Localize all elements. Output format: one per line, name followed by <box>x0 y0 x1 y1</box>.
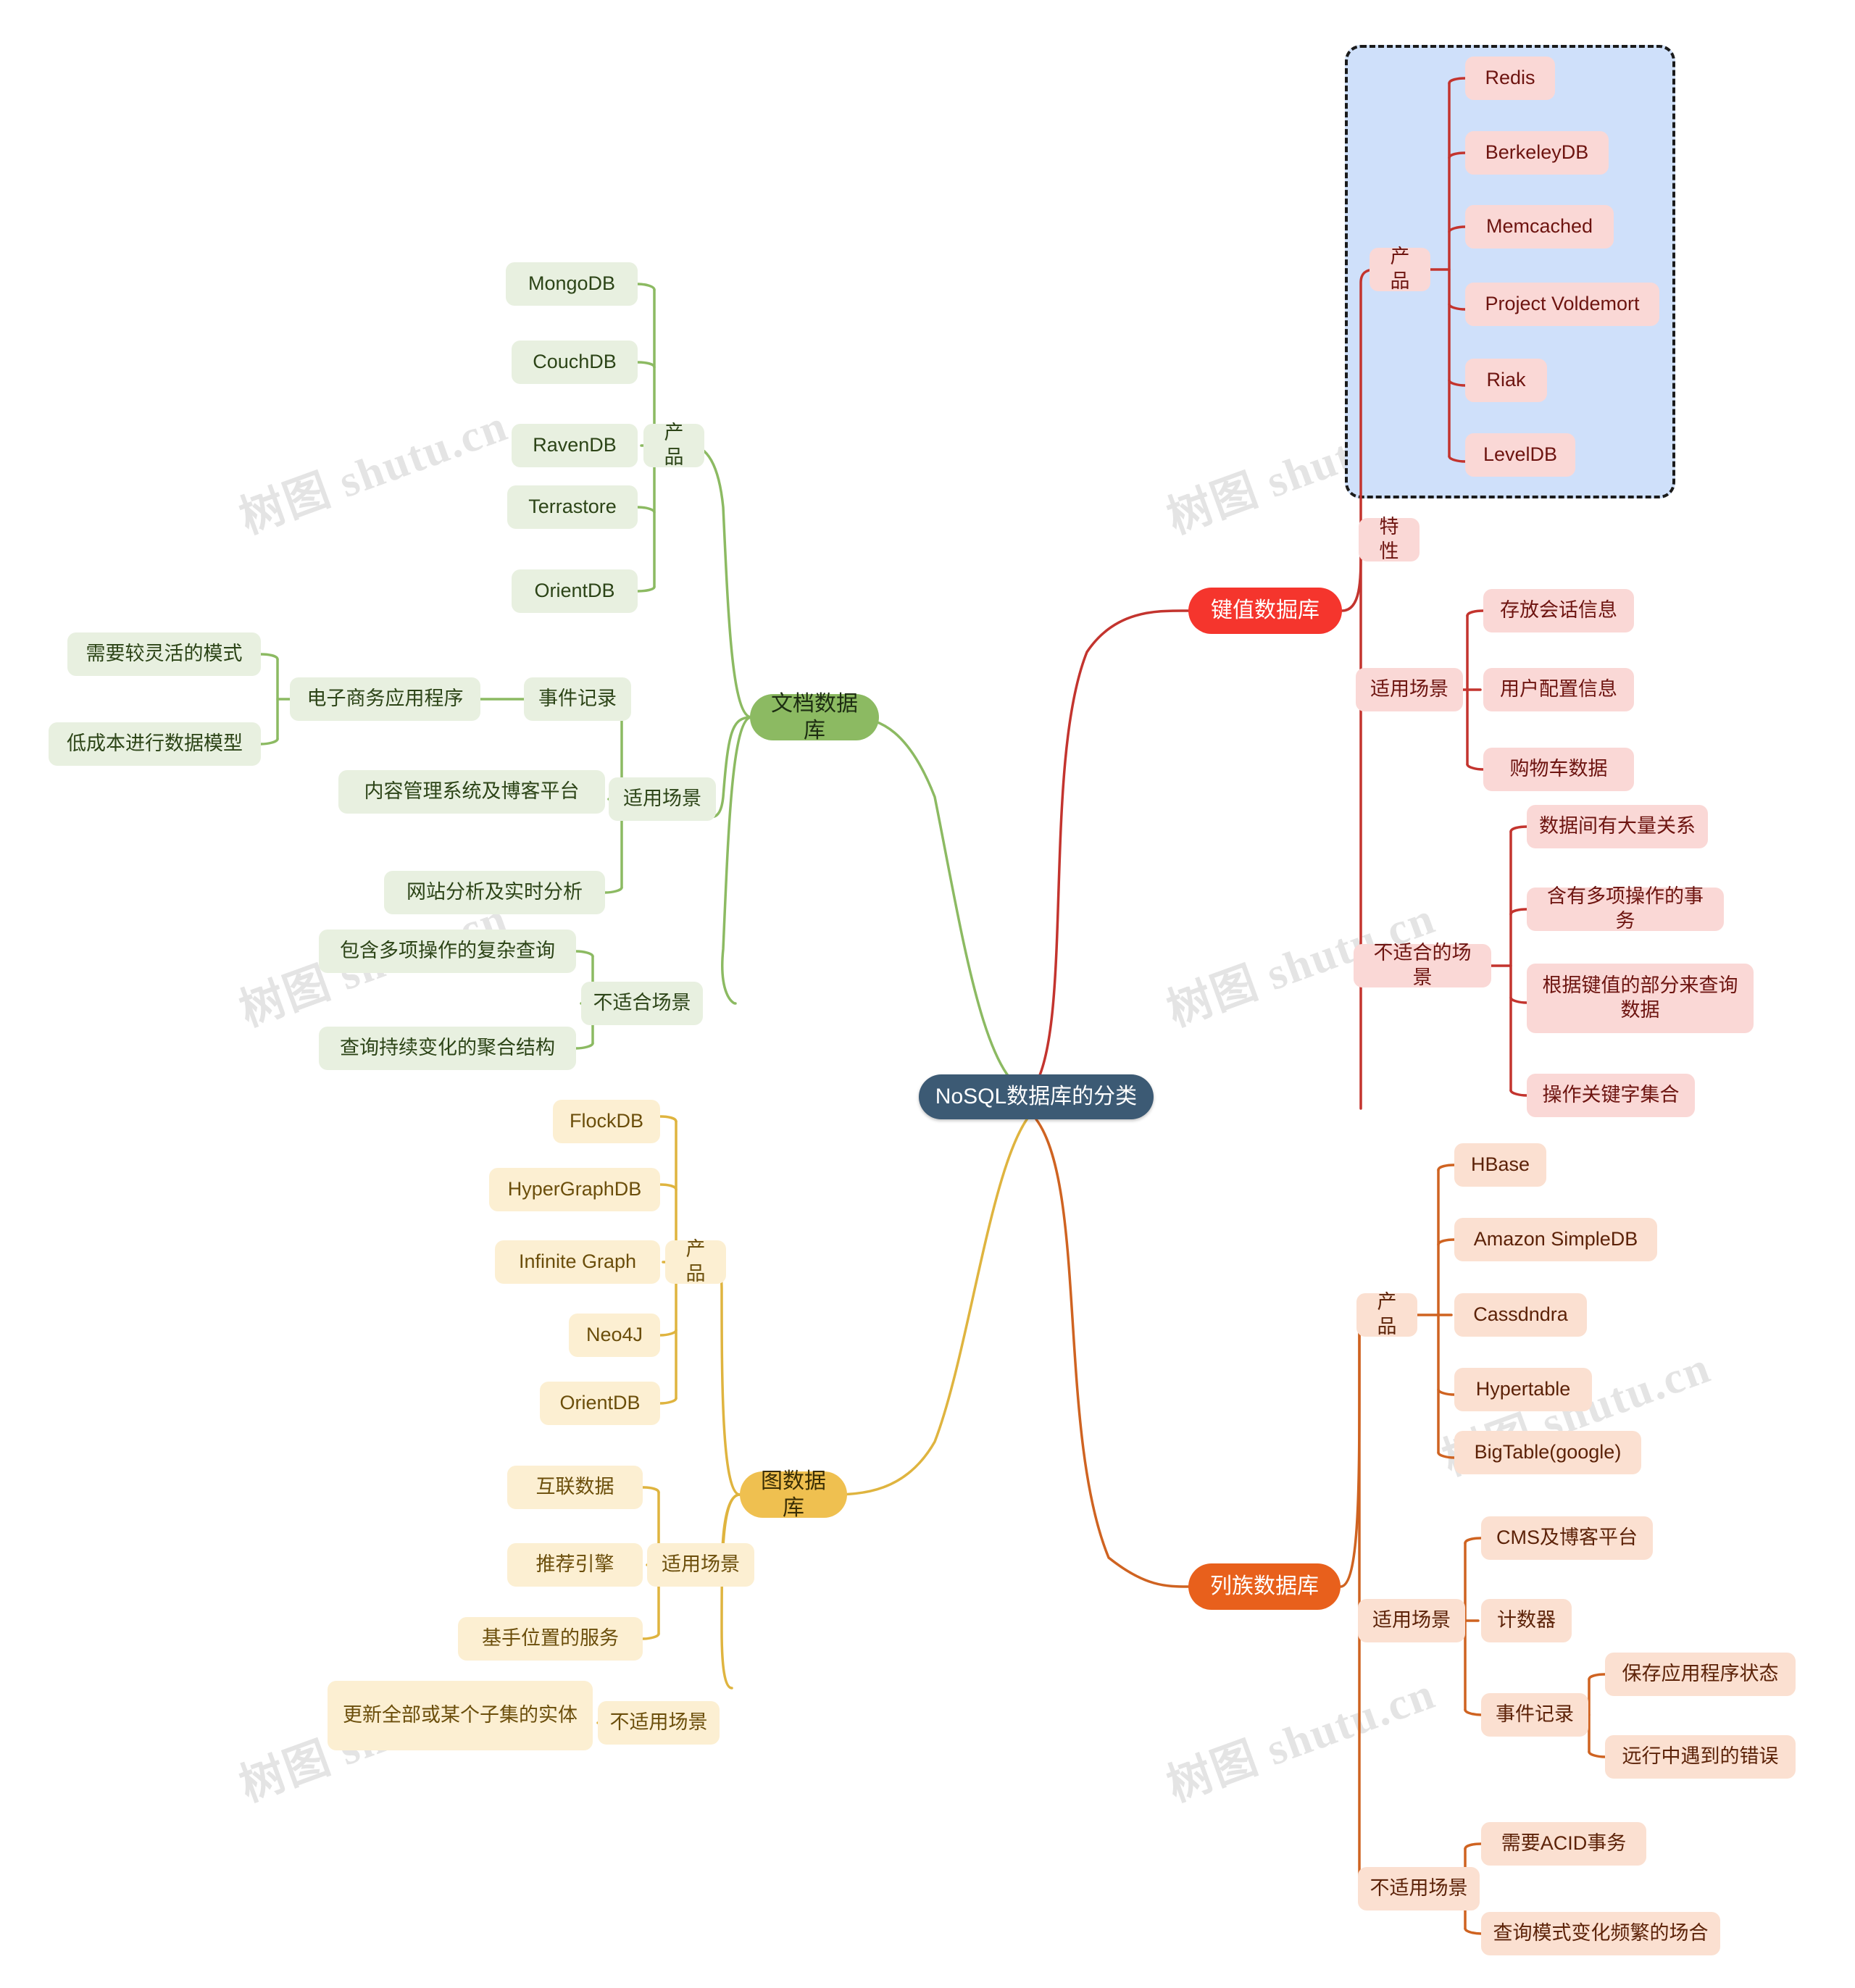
document-unfit-label[interactable]: 不适合场景 <box>581 982 703 1025</box>
keyvalue-feature-label[interactable]: 特性 <box>1359 516 1420 562</box>
column-fit-cms-blog[interactable]: CMS及博客平台 <box>1481 1516 1653 1560</box>
root-node[interactable]: NoSQL数据库的分类 <box>919 1074 1154 1119</box>
column-unfit-label[interactable]: 不适用场景 <box>1358 1867 1480 1910</box>
keyvalue-product-redis[interactable]: Redis <box>1465 57 1555 100</box>
branch-node-column-database[interactable]: 列族数据库 <box>1188 1563 1341 1610</box>
graph-product-infinite-graph[interactable]: Infinite Graph <box>495 1240 660 1284</box>
keyvalue-unfit-multi-op-transactions[interactable]: 含有多项操作的事务 <box>1527 885 1724 932</box>
document-product-terrastore[interactable]: Terrastore <box>507 485 638 529</box>
document-fit-web-analytics[interactable]: 网站分析及实时分析 <box>384 871 605 914</box>
keyvalue-fit-user-config[interactable]: 用户配置信息 <box>1483 668 1634 711</box>
graph-fit-label[interactable]: 适用场景 <box>647 1543 754 1587</box>
keyvalue-unfit-partial-key-query[interactable]: 根据键值的部分来查询数据 <box>1527 964 1754 1033</box>
document-fit-cms-blog[interactable]: 内容管理系统及博客平台 <box>338 770 605 814</box>
column-event-save-app-state[interactable]: 保存应用程序状态 <box>1605 1653 1796 1696</box>
column-event-runtime-errors[interactable]: 远行中遇到的错误 <box>1605 1735 1796 1779</box>
column-unfit-changing-query-patterns[interactable]: 查询模式变化频繁的场合 <box>1481 1912 1720 1955</box>
keyvalue-product-label[interactable]: 产品 <box>1370 246 1430 292</box>
graph-product-label[interactable]: 产品 <box>665 1238 726 1285</box>
column-product-amazon-simpledb[interactable]: Amazon SimpleDB <box>1454 1218 1657 1261</box>
document-unfit-aggregate-structure[interactable]: 查询持续变化的聚合结构 <box>319 1027 576 1070</box>
graph-fit-connected-data[interactable]: 互联数据 <box>507 1466 643 1509</box>
document-product-orientdb[interactable]: OrientDB <box>512 569 638 613</box>
document-ecommerce-low-cost-model[interactable]: 低成本进行数据模型 <box>49 722 261 766</box>
graph-product-neo4j[interactable]: Neo4J <box>569 1314 660 1357</box>
column-product-hypertable[interactable]: Hypertable <box>1454 1368 1592 1411</box>
branch-node-keyvalue-database[interactable]: 键值数掘库 <box>1188 588 1342 634</box>
mindmap-canvas: 树图 shutu.cn 树图 shutu.cn 树图 shutu.cn 树图 s… <box>0 0 1855 1988</box>
graph-product-hypergraphdb[interactable]: HyperGraphDB <box>489 1168 660 1211</box>
graph-product-flockdb[interactable]: FlockDB <box>553 1100 660 1143</box>
keyvalue-product-berkeleydb[interactable]: BerkeleyDB <box>1465 131 1609 175</box>
keyvalue-fit-session-info[interactable]: 存放会话信息 <box>1483 589 1634 632</box>
document-product-couchdb[interactable]: CouchDB <box>512 341 638 384</box>
column-product-bigtable[interactable]: BigTable(google) <box>1454 1431 1641 1474</box>
keyvalue-fit-label[interactable]: 适用场景 <box>1356 668 1463 711</box>
keyvalue-product-memcached[interactable]: Memcached <box>1465 205 1614 248</box>
column-product-hbase[interactable]: HBase <box>1454 1143 1546 1187</box>
graph-unfit-label[interactable]: 不适用场景 <box>598 1701 720 1745</box>
keyvalue-product-project-voldemort[interactable]: Project Voldemort <box>1465 283 1659 326</box>
graph-fit-recommendation-engine[interactable]: 推荐引擎 <box>507 1543 643 1587</box>
keyvalue-unfit-keyset-operations[interactable]: 操作关键字集合 <box>1527 1074 1695 1117</box>
keyvalue-fit-cart-data[interactable]: 购物车数据 <box>1483 748 1634 791</box>
column-fit-label[interactable]: 适用场景 <box>1358 1599 1465 1642</box>
column-product-cassandra[interactable]: Cassdndra <box>1454 1293 1587 1337</box>
document-product-label[interactable]: 产品 <box>643 422 704 468</box>
keyvalue-product-riak[interactable]: Riak <box>1465 359 1547 402</box>
document-product-ravendb[interactable]: RavenDB <box>512 424 638 467</box>
document-fit-label[interactable]: 适用场景 <box>609 777 716 821</box>
keyvalue-unfit-many-relations[interactable]: 数据间有大量关系 <box>1527 805 1708 848</box>
branch-node-graph-database[interactable]: 图数据库 <box>740 1469 847 1520</box>
keyvalue-unfit-label[interactable]: 不适合的场景 <box>1354 942 1491 988</box>
keyvalue-product-leveldb[interactable]: LevelDB <box>1465 433 1575 477</box>
graph-unfit-update-entities[interactable]: 更新全部或某个子集的实体 <box>328 1681 593 1750</box>
graph-fit-location-service[interactable]: 基手位置的服务 <box>458 1617 643 1661</box>
document-event-logging[interactable]: 事件记录 <box>524 677 631 721</box>
column-unfit-acid-transactions[interactable]: 需要ACID事务 <box>1481 1822 1646 1866</box>
column-product-label[interactable]: 产品 <box>1356 1291 1417 1337</box>
document-unfit-complex-query[interactable]: 包含多项操作的复杂查询 <box>319 930 576 973</box>
document-ecommerce-flexible-schema[interactable]: 需要较灵活的模式 <box>67 632 261 676</box>
graph-product-orientdb[interactable]: OrientDB <box>540 1382 660 1425</box>
column-fit-event-logging[interactable]: 事件记录 <box>1481 1693 1588 1737</box>
document-fit-ecommerce[interactable]: 电子商务应用程序 <box>290 677 480 721</box>
branch-node-document-database[interactable]: 文档数据库 <box>750 692 879 743</box>
document-product-mongodb[interactable]: MongoDB <box>506 262 638 306</box>
column-fit-counter[interactable]: 计数器 <box>1481 1599 1572 1642</box>
